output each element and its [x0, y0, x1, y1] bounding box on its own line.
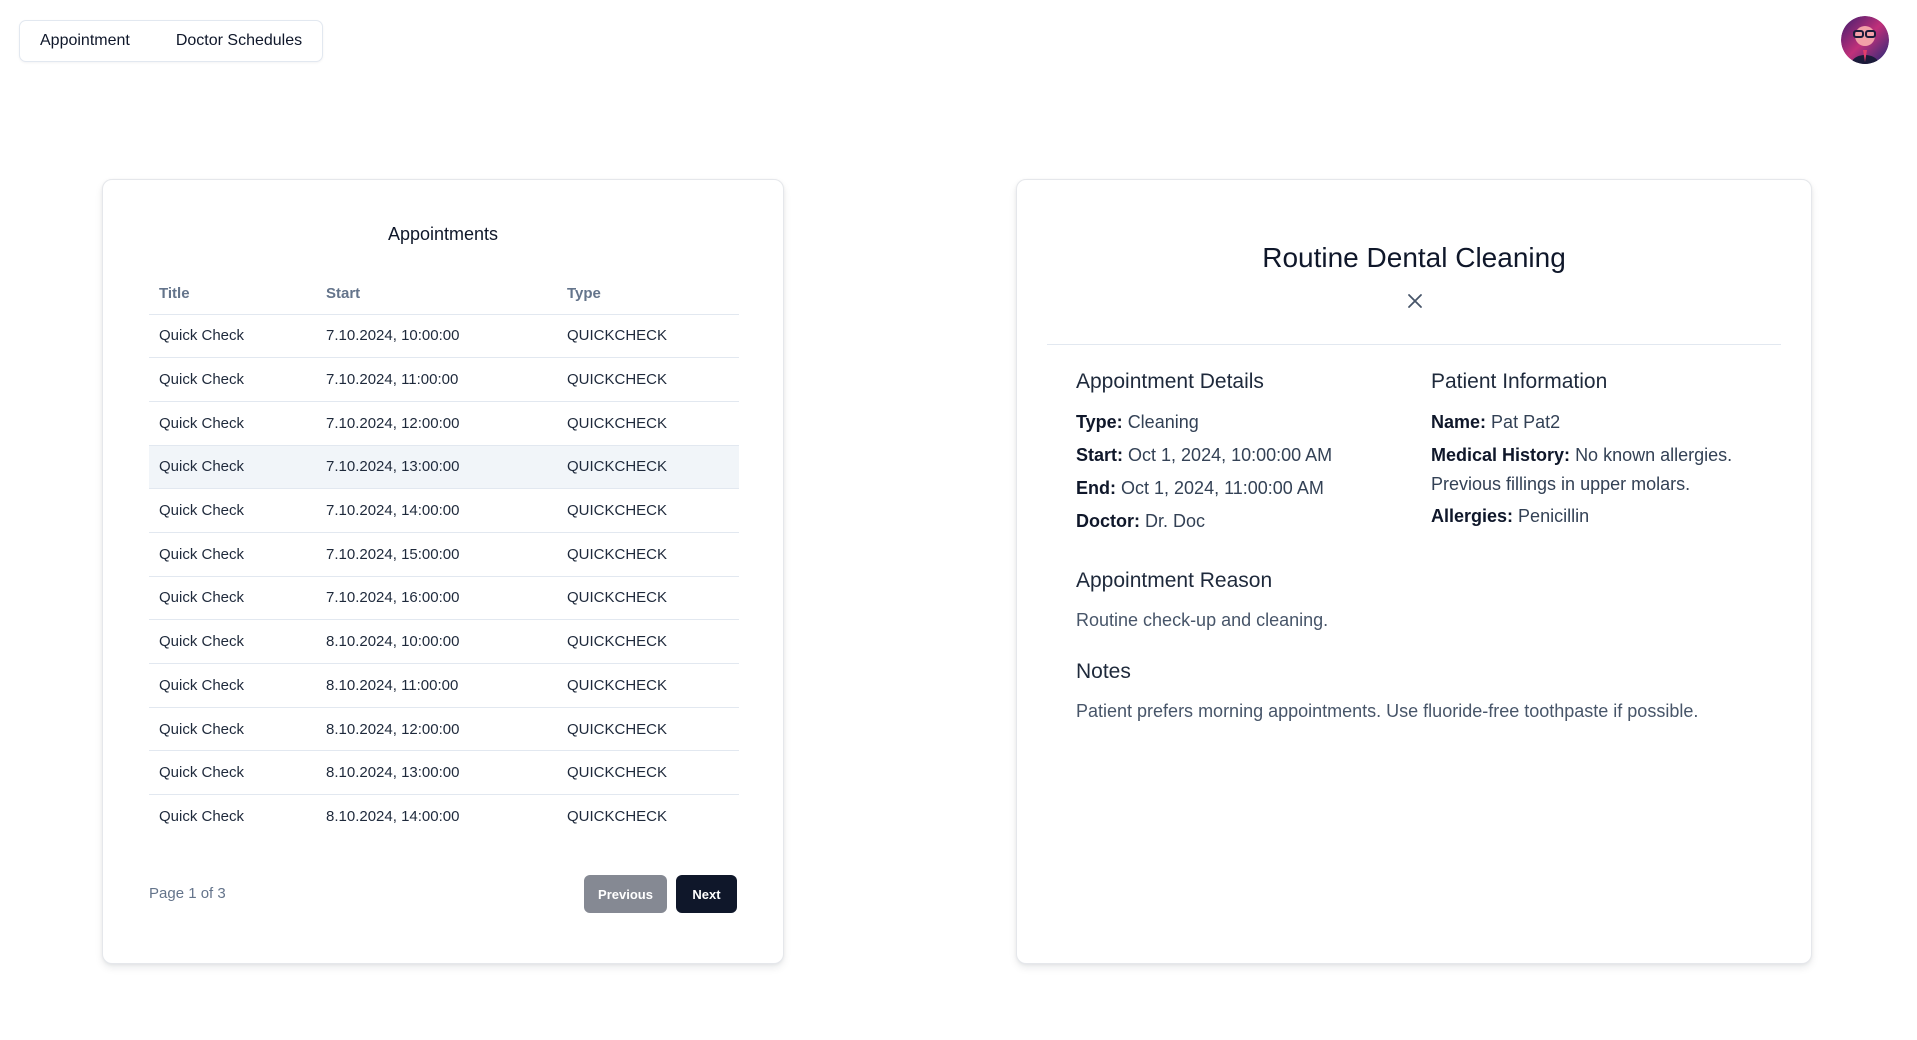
cell-start: 7.10.2024, 15:00:00	[316, 532, 557, 577]
appointments-title: Appointments	[387, 224, 499, 244]
patient-name: Name: Pat Pat2	[1431, 408, 1560, 437]
column-header-start: Start	[316, 274, 557, 315]
pagination-info: Page 1 of 3	[149, 885, 226, 902]
table-row[interactable]: Quick Check 7.10.2024, 12:00:00 QUICKCHE…	[149, 401, 739, 446]
cell-start: 7.10.2024, 12:00:00	[316, 401, 557, 446]
cell-title: Quick Check	[149, 750, 316, 796]
cell-title: Quick Check	[149, 576, 316, 621]
close-button[interactable]	[1405, 291, 1425, 311]
type-label: Type:	[1076, 412, 1123, 432]
detail-doctor: Doctor: Dr. Doc	[1076, 507, 1205, 536]
table-row[interactable]: Quick Check 8.10.2024, 12:00:00 QUICKCHE…	[149, 707, 739, 752]
cell-start: 8.10.2024, 11:00:00	[316, 663, 557, 708]
detail-start: Start: Oct 1, 2024, 10:00:00 AM	[1076, 441, 1332, 470]
name-value: Pat Pat2	[1491, 412, 1561, 432]
nav-item-appointment[interactable]: Appointment	[32, 32, 138, 50]
cell-type: QUICKCHECK	[557, 357, 739, 402]
cell-start: 8.10.2024, 12:00:00	[316, 707, 557, 752]
table-row[interactable]: Quick Check 7.10.2024, 11:00:00 QUICKCHE…	[149, 357, 739, 402]
name-label: Name:	[1431, 412, 1487, 432]
appointment-details-heading: Appointment Details	[1076, 370, 1264, 393]
cell-type: QUICKCHECK	[557, 532, 739, 577]
allergies-value: Penicillin	[1518, 506, 1590, 526]
table-row[interactable]: Quick Check 7.10.2024, 10:00:00 QUICKCHE…	[149, 314, 739, 359]
cell-title: Quick Check	[149, 488, 316, 533]
detail-divider	[1047, 344, 1781, 345]
appointments-card: Appointments Title Start Type Quick Chec…	[102, 179, 784, 964]
top-nav: Appointment Doctor Schedules	[19, 20, 324, 62]
cell-start: 7.10.2024, 14:00:00	[316, 488, 557, 533]
close-icon	[1408, 294, 1422, 308]
cell-start: 7.10.2024, 16:00:00	[316, 576, 557, 621]
table-row[interactable]: Quick Check 8.10.2024, 13:00:00 QUICKCHE…	[149, 750, 739, 796]
cell-type: QUICKCHECK	[557, 576, 739, 621]
cell-type: QUICKCHECK	[557, 707, 739, 752]
table-row[interactable]: Quick Check 7.10.2024, 14:00:00 QUICKCHE…	[149, 488, 739, 533]
previous-page-button[interactable]: Previous	[584, 875, 667, 913]
end-value: Oct 1, 2024, 11:00:00 AM	[1121, 478, 1324, 498]
detail-title: Routine Dental Cleaning	[1262, 242, 1566, 273]
cell-title: Quick Check	[149, 445, 316, 490]
table-row[interactable]: Quick Check 7.10.2024, 15:00:00 QUICKCHE…	[149, 532, 739, 577]
table-header-row: Title Start Type	[149, 274, 739, 315]
cell-type: QUICKCHECK	[557, 445, 739, 490]
cell-start: 7.10.2024, 13:00:00	[316, 445, 557, 490]
table-row[interactable]: Quick Check 7.10.2024, 16:00:00 QUICKCHE…	[149, 576, 739, 621]
cell-title: Quick Check	[149, 357, 316, 402]
cell-start: 7.10.2024, 11:00:00	[316, 357, 557, 402]
start-label: Start:	[1076, 445, 1124, 465]
cell-start: 8.10.2024, 10:00:00	[316, 619, 557, 664]
user-avatar-icon	[1841, 16, 1889, 64]
end-label: End:	[1076, 478, 1116, 498]
cell-title: Quick Check	[149, 619, 316, 664]
table-row[interactable]: Quick Check 8.10.2024, 11:00:00 QUICKCHE…	[149, 663, 739, 708]
allergies-label: Allergies:	[1431, 506, 1514, 526]
column-header-type: Type	[557, 274, 739, 315]
nav-item-doctor-schedules[interactable]: Doctor Schedules	[168, 32, 310, 50]
notes-text: Patient prefers morning appointments. Us…	[1076, 701, 1699, 721]
cell-start: 8.10.2024, 14:00:00	[326, 808, 460, 826]
cell-title: Quick Check	[149, 314, 316, 359]
medical-history-label: Medical History:	[1431, 445, 1571, 465]
appointment-reason-text: Routine check-up and cleaning.	[1076, 610, 1329, 630]
cell-title: Quick Check	[149, 532, 316, 577]
type-value: Cleaning	[1127, 412, 1199, 432]
patient-information-heading: Patient Information	[1431, 370, 1608, 393]
cell-start: 7.10.2024, 10:00:00	[316, 314, 557, 359]
cell-title: Quick Check	[149, 663, 316, 708]
doctor-label: Doctor:	[1076, 511, 1140, 531]
cell-type: QUICKCHECK	[557, 619, 739, 664]
cell-type: QUICKCHECK	[567, 808, 668, 826]
cell-title: Quick Check	[149, 707, 316, 752]
cell-type: QUICKCHECK	[557, 401, 739, 446]
appointments-table: Title Start Type Quick Check 7.10.2024, …	[149, 274, 739, 838]
cell-type: QUICKCHECK	[557, 750, 739, 796]
column-header-title: Title	[149, 274, 316, 315]
cell-type: QUICKCHECK	[557, 488, 739, 533]
cell-start: 8.10.2024, 13:00:00	[316, 750, 557, 796]
cell-type: QUICKCHECK	[557, 314, 739, 359]
cell-title: Quick Check	[149, 401, 316, 446]
appointment-reason-heading: Appointment Reason	[1076, 569, 1273, 592]
table-row-hovered[interactable]: Quick Check 7.10.2024, 13:00:00 QUICKCHE…	[149, 445, 739, 490]
appointment-detail-card: Routine Dental Cleaning Appointment Deta…	[1016, 179, 1812, 964]
doctor-value: Dr. Doc	[1145, 511, 1206, 531]
cell-title: Quick Check	[159, 808, 245, 826]
table-row[interactable]: Quick Check 8.10.2024, 14:00:00 QUICKCHE…	[149, 795, 739, 839]
detail-type: Type: Cleaning	[1076, 408, 1199, 437]
patient-medical-history: Medical History: No known allergies. Pre…	[1431, 441, 1761, 499]
table-row[interactable]: Quick Check 8.10.2024, 10:00:00 QUICKCHE…	[149, 619, 739, 664]
patient-allergies: Allergies: Penicillin	[1431, 502, 1589, 531]
cell-type: QUICKCHECK	[557, 663, 739, 708]
avatar[interactable]	[1841, 16, 1889, 64]
notes-heading: Notes	[1076, 660, 1131, 683]
detail-end: End: Oct 1, 2024, 11:00:00 AM	[1076, 474, 1324, 503]
next-page-button[interactable]: Next	[676, 875, 737, 913]
start-value: Oct 1, 2024, 10:00:00 AM	[1128, 445, 1333, 465]
